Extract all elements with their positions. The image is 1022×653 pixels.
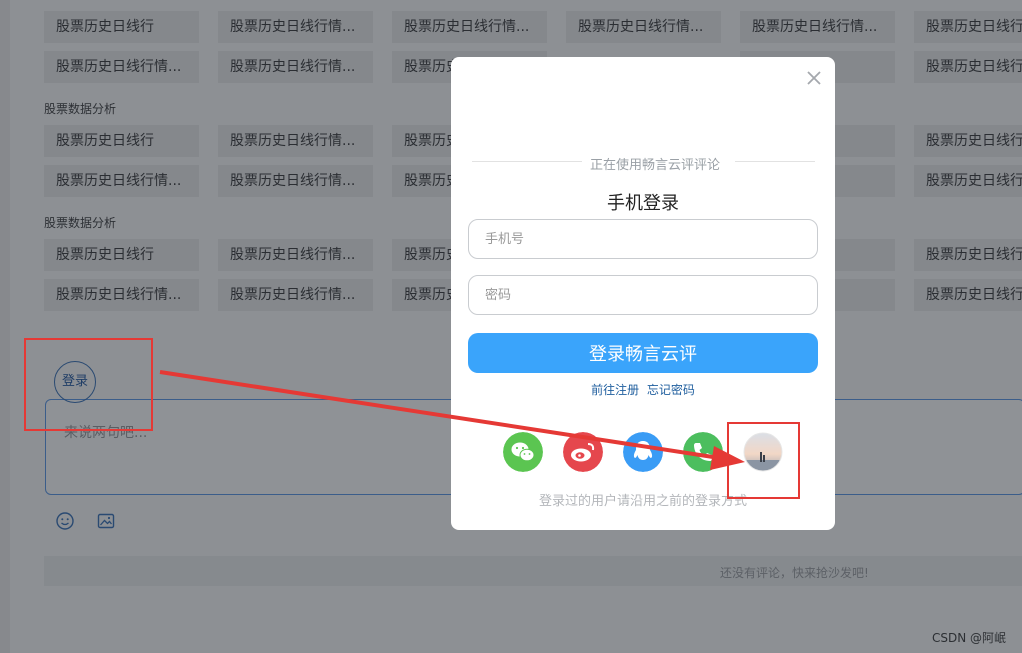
annotation-arrow	[159, 370, 745, 470]
